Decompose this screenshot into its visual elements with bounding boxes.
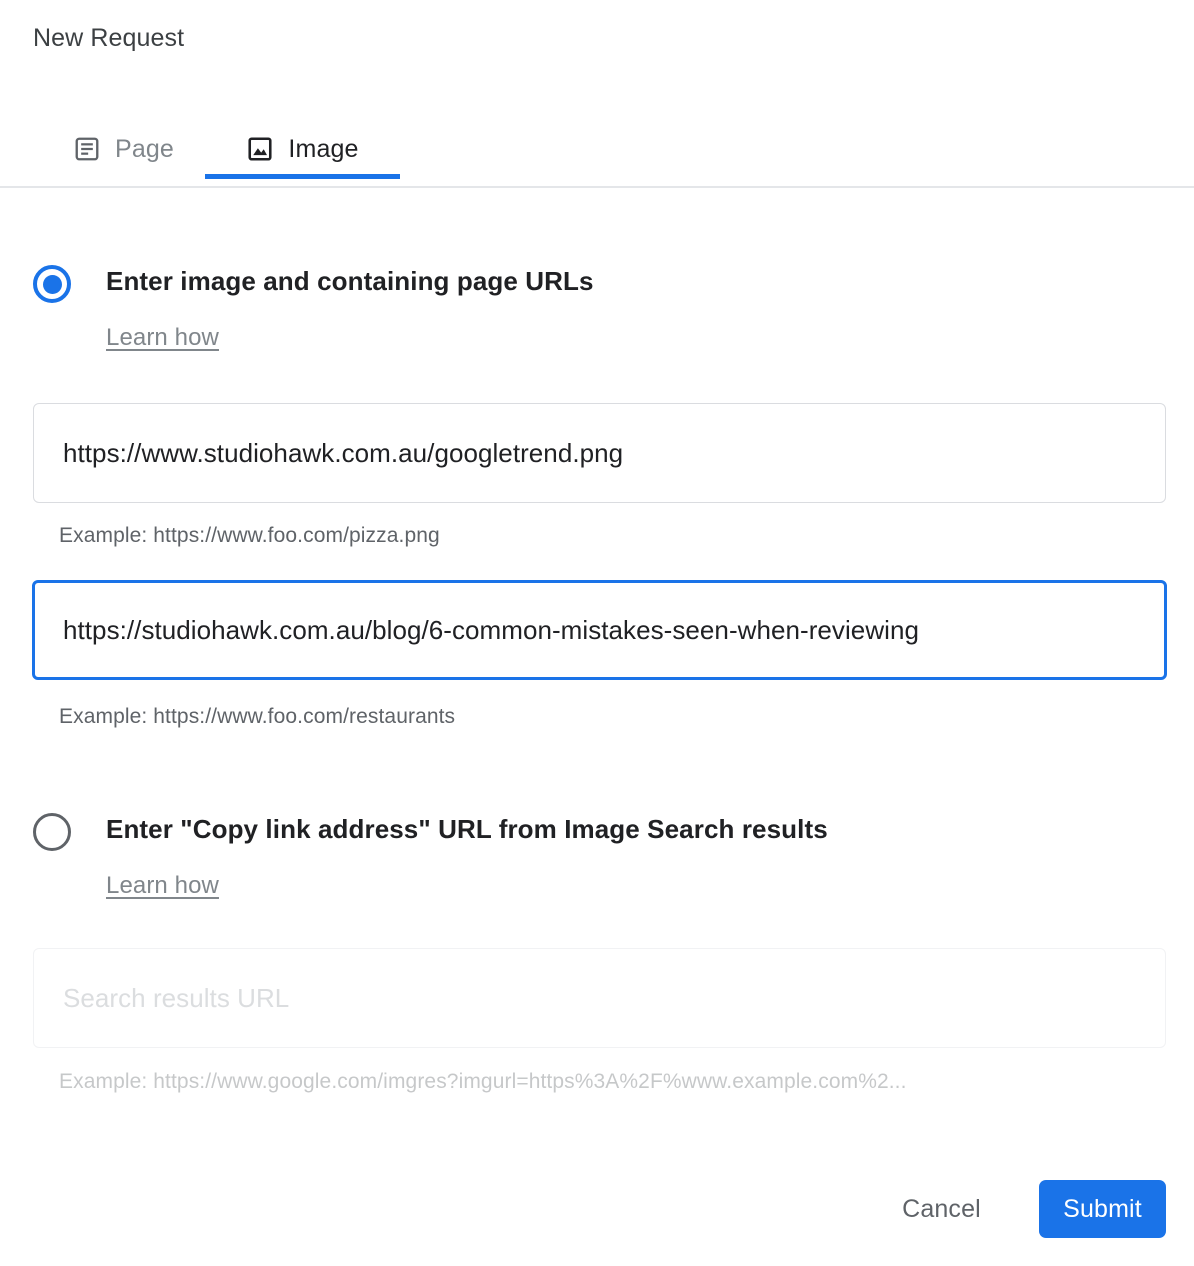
learn-how-link-image-and-page-urls[interactable]: Learn how: [106, 324, 219, 352]
submit-button[interactable]: Submit: [1039, 1180, 1166, 1238]
option-label-image-and-page-urls: Enter image and containing page URLs: [106, 266, 594, 296]
image-url-hint: Example: https://www.foo.com/pizza.png: [59, 524, 440, 547]
search-results-url-placeholder: Search results URL: [63, 982, 290, 1013]
option-copy-link-address-url: Enter "Copy link address" URL from Image…: [0, 810, 1194, 1093]
page-url-value: https://studiohawk.com.au/blog/6-common-…: [63, 614, 919, 645]
image-url-field[interactable]: https://www.studiohawk.com.au/googletren…: [33, 403, 1166, 503]
radio-image-and-page-urls[interactable]: [33, 265, 71, 303]
image-url-value: https://www.studiohawk.com.au/googletren…: [63, 437, 624, 468]
page-url-field[interactable]: https://studiohawk.com.au/blog/6-common-…: [32, 580, 1167, 680]
search-results-url-field[interactable]: Search results URL: [33, 948, 1166, 1048]
image-icon: [246, 135, 274, 163]
tab-page[interactable]: Page: [42, 112, 205, 186]
tab-image-label: Image: [288, 134, 359, 163]
page-url-hint: Example: https://www.foo.com/restaurants: [59, 705, 456, 728]
option-label-copy-link-address-url: Enter "Copy link address" URL from Image…: [106, 814, 828, 844]
article-icon: [73, 135, 101, 163]
radio-row-image-and-page-urls[interactable]: Enter image and containing page URLs: [0, 262, 1194, 308]
option-image-and-page-urls: Enter image and containing page URLs Lea…: [0, 262, 1194, 728]
tab-page-label: Page: [115, 134, 174, 163]
page-title: New Request: [33, 24, 185, 52]
tab-bar: Page Image: [0, 112, 1194, 188]
radio-row-copy-link-address-url[interactable]: Enter "Copy link address" URL from Image…: [0, 810, 1194, 856]
learn-how-link-copy-link-address-url[interactable]: Learn how: [106, 872, 219, 900]
cancel-button[interactable]: Cancel: [880, 1180, 1003, 1238]
radio-copy-link-address-url[interactable]: [33, 813, 71, 851]
active-tab-indicator: [205, 174, 400, 179]
search-results-url-hint: Example: https://www.google.com/imgres?i…: [59, 1070, 907, 1093]
